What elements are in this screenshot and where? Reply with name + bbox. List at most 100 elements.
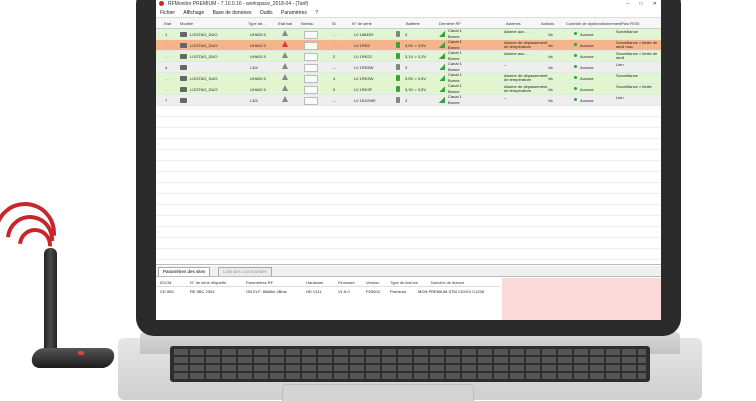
id-cell: 4: [333, 76, 336, 81]
col-header[interactable]: Niveau: [301, 21, 313, 26]
rf-channel: Canal 1: [448, 50, 462, 55]
col-header[interactable]: Dernière RF: [439, 21, 461, 26]
col-header[interactable]: Actions: [541, 21, 554, 26]
detail-row[interactable]: CD 983 RE 9BC 2303 ON ELF: 86dBm 2Bms HD…: [156, 287, 501, 295]
detail-col-header: ID/CM: [160, 280, 172, 285]
row-number: 4: [165, 65, 168, 70]
detail-cell: RE 9BC 2303: [190, 289, 215, 294]
menu-outils[interactable]: Outils: [260, 10, 273, 16]
empty-row: [156, 249, 661, 260]
warning-icon: [282, 96, 288, 102]
empty-row: [156, 194, 661, 205]
menu-base-de-donnees[interactable]: Base de données: [213, 10, 252, 16]
serial-cell: L0 1RK3F: [354, 87, 373, 92]
plan-cell: Lien: [616, 95, 624, 100]
serial-cell: L0 1RK5: [354, 43, 370, 48]
empty-row: [156, 150, 661, 161]
status-dot-icon: [574, 65, 577, 68]
edit-icon[interactable]: [304, 31, 318, 39]
row-number: …: [165, 76, 169, 81]
table-row[interactable]: … LOGTAG_DUO UHADI 5 2 L0 1RK22 3,1V > 3,3V Ca…: [156, 50, 661, 62]
detail-col-header: Numéro de licence: [431, 280, 465, 285]
empty-row: [156, 227, 661, 238]
model-cell: LOGTAG_DUO: [190, 43, 218, 48]
col-header[interactable]: ID: [332, 21, 336, 26]
rf-channel: Canal 1: [448, 61, 462, 66]
type-cell: UHADI 5: [250, 43, 266, 48]
menu-affichage[interactable]: Affichage: [183, 10, 204, 16]
detail-cell: V1.6.0: [338, 289, 350, 294]
edit-icon[interactable]: [304, 42, 318, 50]
edit-icon[interactable]: [304, 97, 318, 105]
col-header[interactable]: Modèle: [180, 21, 193, 26]
menu-help[interactable]: ?: [315, 10, 318, 16]
table-row[interactable]: 7 L3/4 – L0 1KK2WE 3 Canal 1 Bonne – Va Aucune Lie…: [156, 94, 661, 106]
col-header[interactable]: Alarmes: [506, 21, 521, 26]
id-cell: …: [333, 32, 337, 37]
plan-cell: Lien: [616, 62, 624, 67]
edit-icon[interactable]: [304, 64, 318, 72]
row-number: …: [165, 87, 169, 92]
control-cell: Aucune: [580, 32, 594, 37]
battery-cell: 3,3V > 3,5V: [405, 87, 427, 92]
col-header[interactable]: Batterie: [406, 21, 420, 26]
signal-icon: [439, 53, 445, 59]
col-header[interactable]: Plan RSSI: [621, 21, 639, 26]
empty-row: [156, 106, 661, 117]
col-header[interactable]: Etat bat.: [278, 21, 293, 26]
detail-cell: HD V111: [306, 289, 322, 294]
col-header[interactable]: Type de...: [248, 21, 266, 26]
warning-icon: [282, 74, 288, 80]
col-header[interactable]: Contrôle de dysfonctionnement: [566, 21, 621, 26]
rf-channel: Canal 1: [448, 83, 462, 88]
id-cell: …: [333, 43, 337, 48]
action-cell: Va: [548, 98, 553, 103]
menu-parametres[interactable]: Paramètres: [281, 10, 307, 16]
battery-cell: 3: [405, 32, 408, 37]
status-dot-icon: [574, 76, 577, 79]
plan-cell: Surveillance: [616, 29, 638, 34]
menu-fichier[interactable]: Fichier: [160, 10, 175, 16]
serial-cell: L0 1RK22: [354, 54, 372, 59]
minimize-button[interactable]: –: [626, 1, 629, 7]
type-cell: L3/4: [250, 65, 258, 70]
rf-channel: Canal 1: [448, 39, 462, 44]
table-row[interactable]: 1 LOGTAG_DUO UHADI 5… L0 1884E9 3 Canal 1 Bonn…: [156, 28, 661, 40]
warning-icon: [282, 52, 288, 58]
control-cell: Aucune: [580, 54, 594, 59]
tab-liste-commandes[interactable]: Liste des commandes: [218, 267, 272, 276]
action-cell: Va: [548, 87, 553, 92]
edit-icon[interactable]: [304, 75, 318, 83]
row-number: 7: [165, 98, 168, 103]
detail-col-header: Type de licence: [390, 280, 418, 285]
status-dot-icon: [574, 43, 577, 46]
signal-icon: [439, 42, 445, 48]
detail-col-header: Firmware: [338, 280, 355, 285]
plan-cell: Surveillance: [616, 73, 638, 78]
battery-cell: 3: [405, 65, 408, 70]
window-title: RFMonitor PREMIUM - 7.10.0.16 - workspac…: [168, 1, 309, 7]
table-row[interactable]: … LOGTAG_DUO UHADI 5 … L0 1RK5 3,5V > 3,5V Can…: [156, 39, 661, 51]
close-button[interactable]: ✕: [653, 1, 657, 7]
device-icon: [180, 76, 187, 81]
signal-icon: [439, 75, 445, 81]
table-row[interactable]: 4 L3/4– L0 1RK5W 3 Canal 1 Bonne – Va Aucune Lien: [156, 61, 661, 73]
battery-icon: [396, 97, 400, 103]
warning-icon: [282, 41, 288, 47]
tab-parametres-sites[interactable]: Paramètres des sites: [158, 267, 211, 276]
table-row[interactable]: … LOGTAG_DUO UHADI 5 4 L0 1RK3W 3,5V > 3,5V Ca…: [156, 72, 661, 84]
type-cell: UHADI 5: [250, 76, 266, 81]
battery-cell: 3,1V > 3,3V: [405, 54, 427, 59]
col-header[interactable]: Etat: [164, 21, 171, 26]
app-window: RFMonitor PREMIUM - 7.10.0.16 - workspac…: [156, 0, 661, 320]
action-cell: Va: [548, 54, 553, 59]
edit-icon[interactable]: [304, 86, 318, 94]
table-row[interactable]: … LOGTAG_DUO UHADI 5 5 L0 1RK3F 3,3V > 3,5V Ca…: [156, 83, 661, 95]
type-cell: UHADI 5: [250, 32, 266, 37]
empty-row: [156, 161, 661, 172]
edit-icon[interactable]: [304, 53, 318, 61]
col-header[interactable]: N° de série: [352, 21, 372, 26]
control-cell: Aucune: [580, 76, 594, 81]
empty-row: [156, 183, 661, 194]
maximize-button[interactable]: □: [639, 1, 642, 7]
